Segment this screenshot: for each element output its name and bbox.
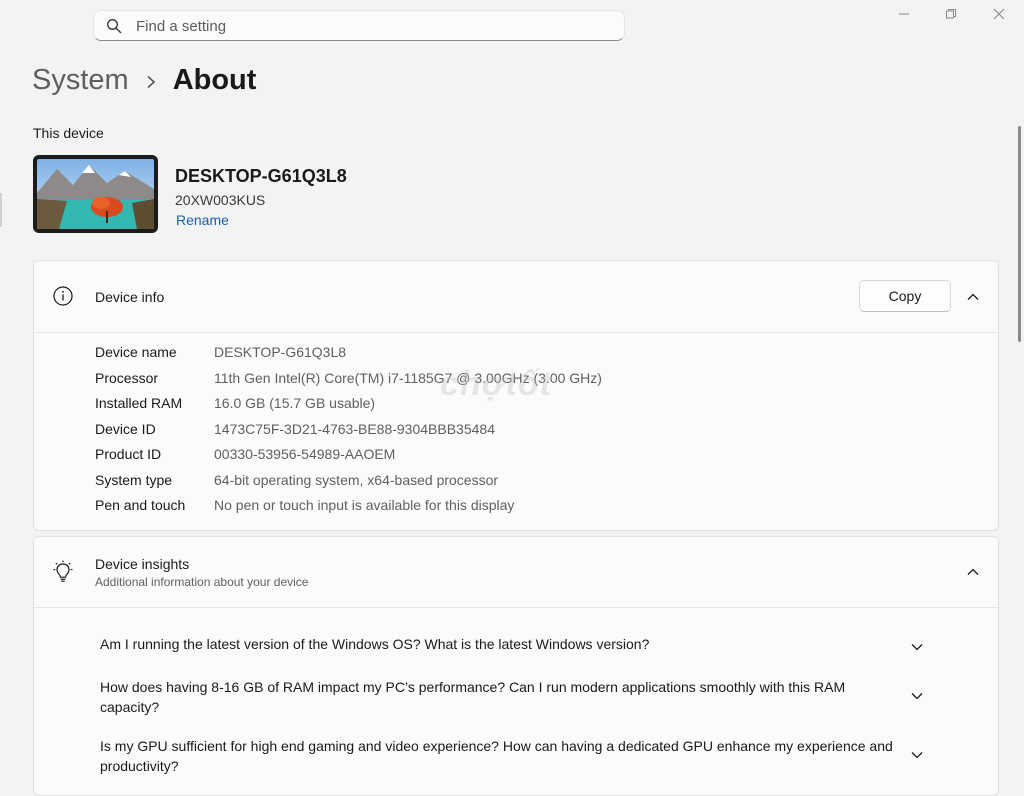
spec-label: Device name	[95, 344, 177, 360]
chevron-up-icon[interactable]	[966, 290, 980, 304]
device-info-header[interactable]: Device info Copy	[34, 261, 998, 333]
breadcrumb-system-link[interactable]: System	[32, 64, 129, 97]
spec-value: 00330-53956-54989-AAOEM	[214, 446, 396, 462]
info-icon	[52, 285, 74, 307]
close-icon	[993, 7, 1005, 25]
device-insights-card: Device insights Additional information a…	[33, 536, 999, 796]
spec-value: 16.0 GB (15.7 GB usable)	[214, 395, 376, 411]
close-button[interactable]	[988, 6, 1010, 26]
spec-label: Product ID	[95, 446, 162, 462]
minimize-icon	[898, 7, 910, 25]
rename-link[interactable]: Rename	[176, 212, 229, 228]
lightbulb-icon	[52, 560, 74, 582]
device-name-heading: DESKTOP-G61Q3L8	[175, 166, 347, 186]
section-label-this-device: This device	[33, 125, 104, 141]
spec-label: System type	[95, 472, 173, 488]
insight-question[interactable]: How does having 8-16 GB of RAM impact my…	[100, 678, 900, 717]
watermark: chợtốt	[440, 365, 552, 403]
search-box[interactable]	[93, 10, 625, 42]
page-title: About	[172, 63, 257, 96]
spec-label: Device ID	[95, 421, 156, 437]
copy-button[interactable]: Copy	[859, 280, 951, 312]
restore-icon	[945, 7, 957, 25]
device-insights-subtitle: Additional information about your device	[95, 575, 309, 589]
spec-label: Processor	[95, 370, 159, 386]
minimize-button[interactable]	[893, 6, 915, 26]
scrollbar-thumb[interactable]	[1018, 126, 1021, 342]
chevron-down-icon[interactable]	[910, 640, 924, 654]
device-insights-title: Device insights	[95, 556, 190, 572]
chevron-down-icon[interactable]	[910, 689, 924, 703]
chevron-up-icon[interactable]	[966, 565, 980, 579]
spec-value: DESKTOP-G61Q3L8	[214, 344, 347, 360]
spec-label: Installed RAM	[95, 395, 183, 411]
device-wallpaper-thumbnail	[33, 155, 158, 233]
spec-label: Pen and touch	[95, 497, 186, 513]
nav-edge-indicator	[0, 193, 2, 227]
device-info-title: Device info	[95, 289, 165, 305]
device-insights-header[interactable]: Device insights Additional information a…	[34, 537, 998, 608]
breadcrumb: System About	[32, 60, 256, 100]
spec-value: 64-bit operating system, x64-based proce…	[214, 472, 499, 488]
restore-button[interactable]	[940, 6, 962, 26]
spec-value: 1473C75F-3D21-4763-BE88-9304BBB35484	[214, 421, 495, 437]
device-model: 20XW003KUS	[175, 192, 266, 208]
insight-question[interactable]: Is my GPU sufficient for high end gaming…	[100, 737, 900, 776]
chevron-right-icon	[129, 64, 173, 97]
search-input[interactable]	[134, 11, 608, 42]
insight-question[interactable]: Am I running the latest version of the W…	[100, 635, 900, 655]
search-icon	[106, 18, 122, 34]
chevron-down-icon[interactable]	[910, 748, 924, 762]
spec-value: No pen or touch input is available for t…	[214, 497, 515, 513]
